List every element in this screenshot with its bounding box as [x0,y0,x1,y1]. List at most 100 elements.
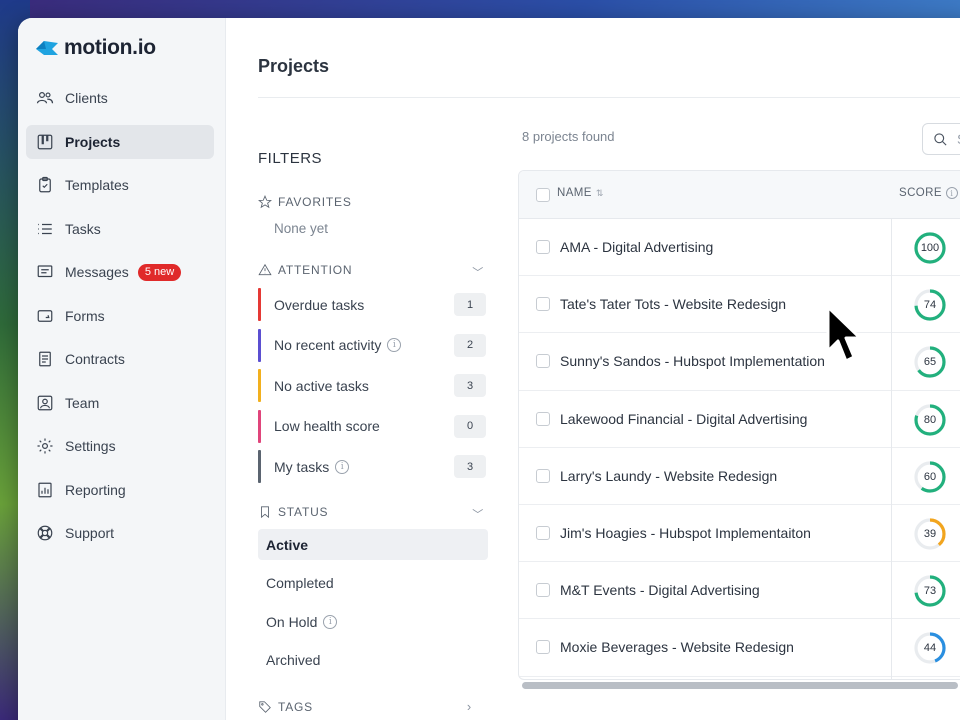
project-name-link[interactable]: AMA - Digital Advertising [560,239,713,255]
attention-filter-label: My tasks [274,458,330,475]
sidebar-item-tasks[interactable]: Tasks [26,212,214,246]
project-name-link[interactable]: Larry's Laundy - Website Redesign [560,468,777,484]
status-list: Active Completed On Hold i Archived [258,529,488,676]
sort-icon[interactable]: ⇅ [596,188,604,198]
attention-filter-item[interactable]: No recent activity i 2 [258,328,488,362]
row-checkbox[interactable] [536,583,550,598]
favorites-header[interactable]: FAVORITES [258,194,488,210]
info-icon[interactable]: i [387,338,402,352]
sidebar-item-forms[interactable]: Forms [26,299,214,333]
column-name-header[interactable]: NAME ⇅ [557,187,604,199]
sidebar-item-label: Clients [65,90,108,106]
title-divider [258,97,960,98]
score-value: 44 [923,642,937,655]
row-checkbox[interactable] [536,297,550,312]
row-checkbox[interactable] [536,240,550,254]
app-logo[interactable]: motion.io [34,36,156,60]
attention-filter-item[interactable]: Low health score 0 [258,409,488,443]
project-name-link[interactable]: Jim's Hoagies - Hubspot Implementaiton [560,525,811,541]
sidebar-item-label: Team [65,394,100,411]
row-checkbox[interactable] [536,354,550,369]
sidebar-item-label: Contracts [65,351,125,367]
table-header: NAME ⇅ SCORE i [519,171,960,219]
score-ring: 100 [913,231,947,265]
list-icon [36,220,54,238]
score-value: 74 [923,299,937,312]
filters-title: FILTERS [258,150,323,167]
sidebar-item-settings[interactable]: Settings [26,429,214,463]
sidebar: motion.io Clients Projects Templates Tasks M… [18,18,226,720]
table-row[interactable]: Tate's Tater Tots - Website Redesign 74 [519,276,960,334]
chevron-right-icon[interactable]: › [467,699,472,714]
sidebar-item-contracts[interactable]: Contracts [26,342,214,376]
row-checkbox[interactable] [536,525,550,540]
chevron-down-icon[interactable]: ﹀ [472,264,484,280]
sidebar-item-team[interactable]: Team [26,386,214,420]
info-icon[interactable]: i [323,614,338,629]
sidebar-item-clients[interactable]: Clients [26,81,214,115]
sidebar-item-reporting[interactable]: Reporting [26,473,214,507]
lifebuoy-icon [36,524,54,542]
table-row[interactable]: Sunny's Sandos - Hubspot Implementation 6… [519,333,960,391]
row-checkbox[interactable] [536,468,550,483]
attention-color-bar [258,288,261,321]
table-row[interactable]: Jim's Hoagies - Hubspot Implementaiton 39 [519,505,960,563]
sidebar-item-projects[interactable]: Projects [26,124,214,159]
info-icon[interactable]: i [335,459,350,474]
sidebar-item-messages[interactable]: Messages 5 new [26,255,214,289]
status-filter-completed[interactable]: Completed [258,568,488,599]
search-icon [934,132,947,146]
team-icon [36,394,54,412]
sidebar-item-support[interactable]: Support [26,516,214,550]
search-input[interactable]: Se [922,123,960,155]
projects-table: NAME ⇅ SCORE i AMA - Digital Advertising 10… [518,170,960,680]
column-score-header[interactable]: SCORE i [899,187,958,199]
status-header[interactable]: STATUS ﹀ [258,504,488,522]
attention-filter-item[interactable]: Overdue tasks 1 [258,288,488,321]
results-count: 8 projects found [522,129,615,144]
project-name-link[interactable]: Tate's Tater Tots - Website Redesign [560,296,786,312]
score-ring: 39 [913,517,947,551]
status-filter-on-hold[interactable]: On Hold i [258,606,488,637]
chevron-down-icon[interactable]: ﹀ [472,506,484,522]
favorites-label: FAVORITES [278,195,352,209]
attention-filter-item[interactable]: My tasks i 3 [258,450,488,483]
table-row[interactable]: Moxie Beverages - Website Redesign 44 [519,619,960,677]
logo-icon [36,41,58,55]
score-ring: 80 [913,403,947,437]
table-row[interactable]: AMA - Digital Advertising 100 [519,219,960,277]
row-checkbox[interactable] [536,411,550,426]
tags-label: TAGS [278,700,313,714]
status-filter-active[interactable]: Active [258,529,488,560]
table-row[interactable]: Lakewood Financial - Digital Advertising… [519,391,960,448]
project-name-link[interactable]: M&T Events - Digital Advertising [560,582,760,598]
select-all-checkbox[interactable] [536,188,550,202]
attention-filter-item[interactable]: No active tasks 3 [258,369,488,402]
table-row[interactable]: M&T Events - Digital Advertising 73 [519,562,960,620]
sidebar-item-label: Projects [65,133,121,150]
kanban-icon [36,133,54,151]
table-row[interactable]: Larry's Laundy - Website Redesign 60 [519,448,960,505]
info-icon[interactable]: i [945,187,958,199]
tags-header[interactable]: TAGS › [258,699,476,715]
status-filter-archived[interactable]: Archived [258,645,488,676]
form-icon [36,307,54,325]
attention-count: 1 [454,293,486,316]
row-checkbox[interactable] [536,640,550,655]
score-value: 39 [923,527,937,540]
sidebar-item-templates[interactable]: Templates [26,168,214,202]
project-name-link[interactable]: Sunny's Sandos - Hubspot Implementation [560,353,825,369]
favorites-empty: None yet [274,221,329,236]
horizontal-scrollbar[interactable] [522,682,958,689]
users-icon [36,89,54,107]
score-value: 60 [923,470,937,483]
tag-icon [259,701,271,713]
project-name-link[interactable]: Lakewood Financial - Digital Advertising [560,411,807,427]
warning-icon [258,263,272,276]
project-name-link[interactable]: Moxie Beverages - Website Redesign [560,639,794,655]
score-ring: 60 [913,460,947,494]
sidebar-item-label: Tasks [65,220,101,237]
status-filter-label: On Hold [266,613,318,630]
document-icon [36,350,54,368]
attention-header[interactable]: ATTENTION ﹀ [258,262,488,280]
